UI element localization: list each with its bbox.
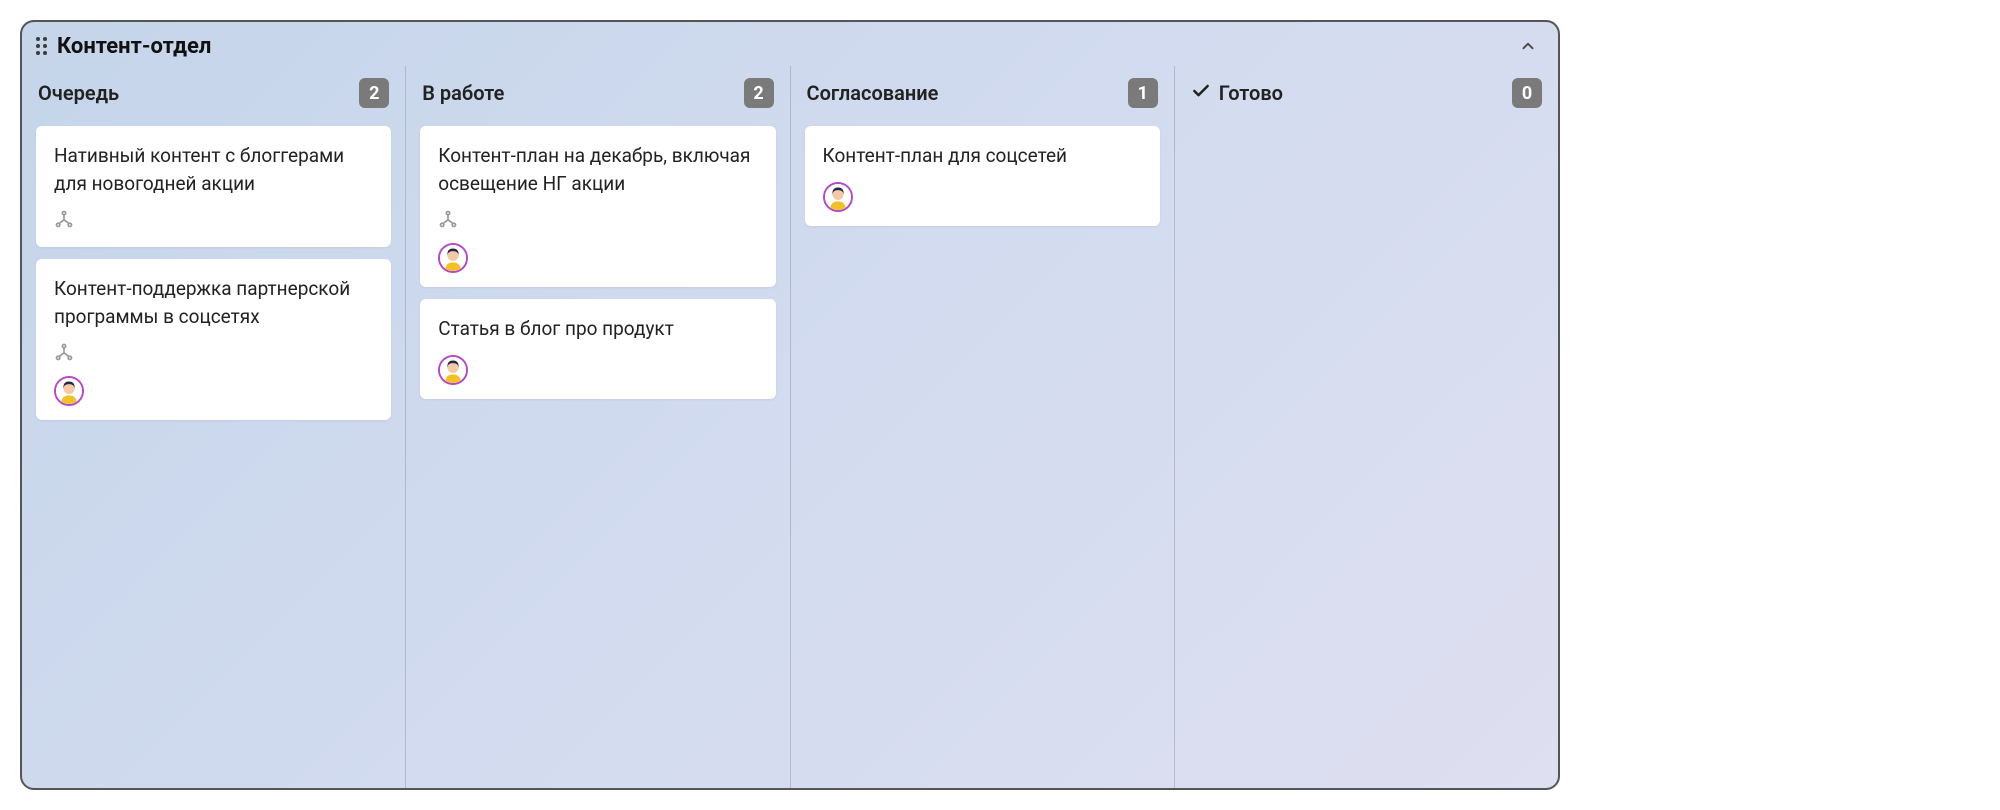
collapse-button[interactable] (1514, 32, 1542, 60)
task-card[interactable]: Нативный контент с блоггерами для нового… (36, 126, 391, 247)
subtasks-icon (54, 342, 373, 366)
column-title: В работе (422, 81, 743, 105)
task-card-title: Статья в блог про продукт (438, 315, 757, 343)
column-header[interactable]: В работе2 (420, 74, 775, 112)
column-header[interactable]: Готово0 (1189, 74, 1544, 112)
task-card-meta (54, 342, 373, 406)
assignee-avatar[interactable] (438, 243, 468, 273)
column-title: Готово (1219, 81, 1512, 105)
column-title: Очередь (38, 81, 359, 105)
column-title: Согласование (807, 81, 1128, 105)
column: Согласование1 Контент-план для соцсетей (791, 66, 1175, 788)
task-card-meta (438, 209, 757, 273)
board-title: Контент-отдел (57, 34, 1514, 59)
column-header[interactable]: Согласование1 (805, 74, 1160, 112)
task-card-title: Нативный контент с блоггерами для нового… (54, 142, 373, 197)
task-card[interactable]: Статья в блог про продукт (420, 299, 775, 399)
task-card[interactable]: Контент-план на декабрь, включая освещен… (420, 126, 775, 287)
subtasks-icon (54, 209, 373, 233)
task-card[interactable]: Контент-поддержка партнерской программы … (36, 259, 391, 420)
assignee-avatar[interactable] (823, 182, 853, 212)
task-card-meta (54, 209, 373, 233)
column: В работе2 Контент-план на декабрь, включа… (406, 66, 790, 788)
task-card-title: Контент-поддержка партнерской программы … (54, 275, 373, 330)
drag-handle-icon[interactable] (36, 37, 47, 55)
assignee-avatar[interactable] (54, 376, 84, 406)
task-card-title: Контент-план на декабрь, включая освещен… (438, 142, 757, 197)
task-card[interactable]: Контент-план для соцсетей (805, 126, 1160, 226)
column-count-badge: 0 (1512, 78, 1542, 108)
column-header[interactable]: Очередь2 (36, 74, 391, 112)
column-count-badge: 2 (744, 78, 774, 108)
check-icon (1191, 81, 1211, 105)
kanban-board: Контент-отдел Очередь2Нативный контент с… (20, 20, 1560, 790)
column-count-badge: 1 (1128, 78, 1158, 108)
task-card-meta (823, 182, 1142, 212)
columns-container: Очередь2Нативный контент с блоггерами дл… (22, 66, 1558, 788)
task-card-meta (438, 355, 757, 385)
column: Очередь2 Нативный контент с блоггерами дл… (22, 66, 406, 788)
assignee-avatar[interactable] (438, 355, 468, 385)
chevron-up-icon (1519, 37, 1537, 55)
task-card-title: Контент-план для соцсетей (823, 142, 1142, 170)
column-count-badge: 2 (359, 78, 389, 108)
column: Готово0 (1175, 66, 1558, 788)
subtasks-icon (438, 209, 757, 233)
board-header: Контент-отдел (22, 22, 1558, 66)
